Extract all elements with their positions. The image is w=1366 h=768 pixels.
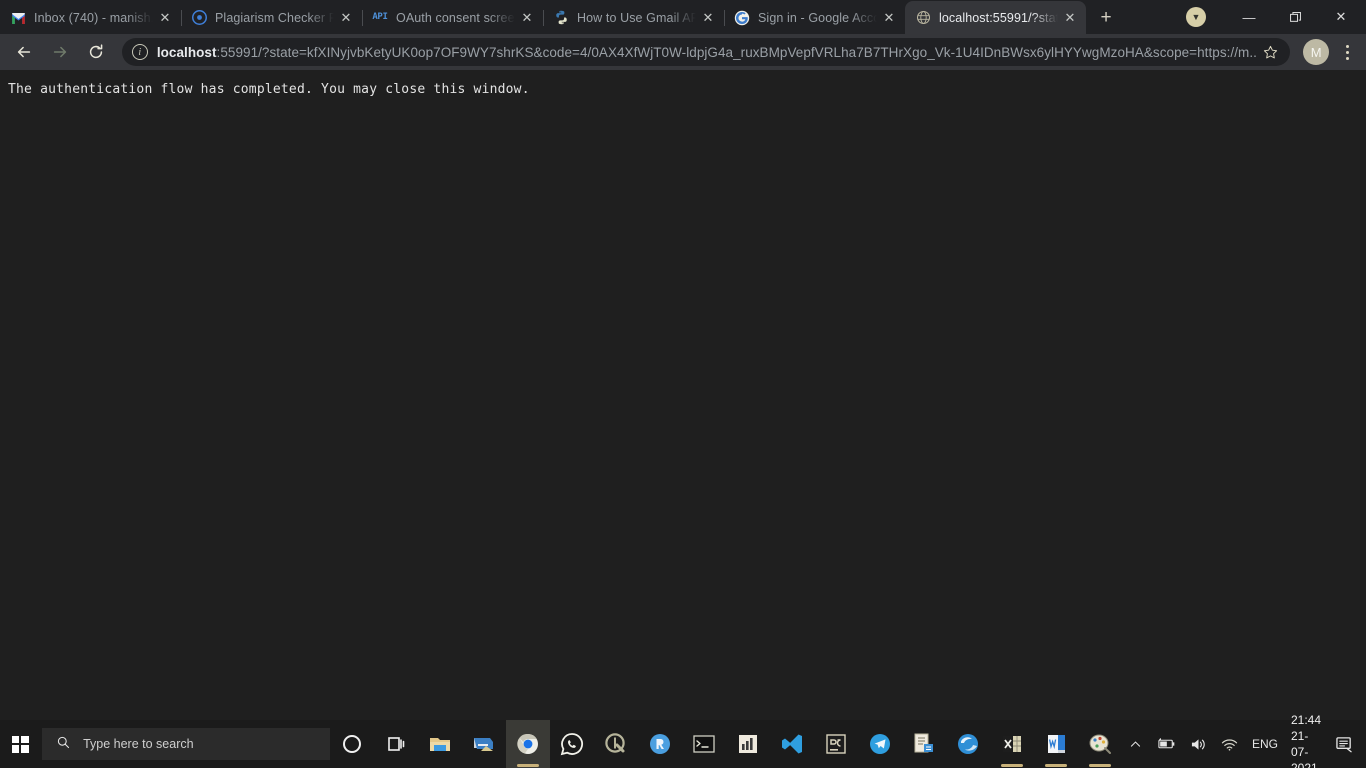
forward-button[interactable] xyxy=(45,37,75,67)
system-tray: ENG 21:44 21-07-2021 xyxy=(1122,720,1366,768)
tab-close-button[interactable]: ✕ xyxy=(157,10,173,26)
tab-title: OAuth consent screen xyxy=(396,11,515,25)
google-icon xyxy=(734,10,750,26)
windows-start-icon[interactable] xyxy=(0,720,40,768)
star-icon[interactable] xyxy=(1258,40,1282,64)
file-explorer-icon[interactable] xyxy=(418,720,462,768)
microsoft-edge-icon[interactable] xyxy=(946,720,990,768)
taskbar-items xyxy=(330,720,1122,768)
tab-title: How to Use Gmail API xyxy=(577,11,696,25)
clock-time: 21:44 xyxy=(1291,712,1321,728)
address-bar[interactable]: i localhost:55991/?state=kfXINyjvbKetyUK… xyxy=(122,38,1290,66)
new-tab-button[interactable]: + xyxy=(1092,3,1120,31)
tab-close-button[interactable]: ✕ xyxy=(338,10,354,26)
tab-list: Inbox (740) - manish.le ✕ Plagiarism Che… xyxy=(0,0,1086,34)
wifi-icon[interactable] xyxy=(1214,720,1245,768)
vs-code-icon[interactable] xyxy=(770,720,814,768)
tab-close-button[interactable]: ✕ xyxy=(1062,10,1078,26)
tab-title: Inbox (740) - manish.le xyxy=(34,11,153,25)
microsoft-store-icon[interactable] xyxy=(462,720,506,768)
tab-localhost-active[interactable]: localhost:55991/?state ✕ xyxy=(905,1,1086,34)
google-chrome-icon[interactable] xyxy=(506,720,550,768)
notifications-icon[interactable] xyxy=(1331,720,1366,768)
url-rest: :55991/?state=kfXINyjvbKetyUK0op7OF9WY7s… xyxy=(217,45,1259,60)
page-body-text: The authentication flow has completed. Y… xyxy=(8,82,1366,97)
qbittorrent-icon[interactable] xyxy=(594,720,638,768)
telegram-icon[interactable] xyxy=(858,720,902,768)
tab-close-button[interactable]: ✕ xyxy=(700,10,716,26)
word-icon[interactable] xyxy=(1034,720,1078,768)
window-controls: ▼ — ✕ xyxy=(1186,0,1366,34)
plagiarism-icon xyxy=(191,10,207,26)
clock-date: 21-07-2021 xyxy=(1291,728,1321,768)
info-circle-icon[interactable]: i xyxy=(132,44,148,60)
notes-app-icon[interactable] xyxy=(902,720,946,768)
search-placeholder: Type here to search xyxy=(83,737,193,751)
language-indicator[interactable]: ENG xyxy=(1245,720,1285,768)
tab-close-button[interactable]: ✕ xyxy=(881,10,897,26)
command-prompt-icon[interactable] xyxy=(682,720,726,768)
paint-app-icon[interactable] xyxy=(1078,720,1122,768)
page-content: The authentication flow has completed. Y… xyxy=(0,70,1366,720)
api-icon: API xyxy=(372,10,388,26)
tab-oauth-consent-screen[interactable]: API OAuth consent screen ✕ xyxy=(362,1,543,34)
tab-title: Sign in - Google Accou xyxy=(758,11,877,25)
tab-strip: Inbox (740) - manish.le ✕ Plagiarism Che… xyxy=(0,0,1366,34)
cortana-icon[interactable] xyxy=(330,720,374,768)
tab-sign-in-google-account[interactable]: Sign in - Google Accou ✕ xyxy=(724,1,905,34)
whatsapp-icon[interactable] xyxy=(550,720,594,768)
search-input[interactable]: Type here to search xyxy=(42,728,330,760)
excel-icon[interactable] xyxy=(990,720,1034,768)
tab-title: Plagiarism Checker Fre xyxy=(215,11,334,25)
pycharm-icon[interactable] xyxy=(814,720,858,768)
close-button[interactable]: ✕ xyxy=(1318,1,1364,33)
chevron-down-circle-icon[interactable]: ▼ xyxy=(1186,7,1206,27)
chevron-up-icon[interactable] xyxy=(1122,720,1149,768)
reload-button[interactable] xyxy=(81,37,111,67)
gmail-icon xyxy=(10,10,26,26)
battery-charging-icon[interactable] xyxy=(1149,720,1183,768)
tab-inbox[interactable]: Inbox (740) - manish.le ✕ xyxy=(0,1,181,34)
tab-how-to-use-gmail-api[interactable]: How to Use Gmail API ✕ xyxy=(543,1,724,34)
tab-title: localhost:55991/?state xyxy=(939,11,1058,25)
browser-toolbar: i localhost:55991/?state=kfXINyjvbKetyUK… xyxy=(0,34,1366,70)
browser-window: Inbox (740) - manish.le ✕ Plagiarism Che… xyxy=(0,0,1366,720)
tab-plagiarism-checker[interactable]: Plagiarism Checker Fre ✕ xyxy=(181,1,362,34)
search-icon xyxy=(56,735,71,753)
clock[interactable]: 21:44 21-07-2021 xyxy=(1285,712,1331,768)
speaker-icon[interactable] xyxy=(1183,720,1214,768)
python-icon xyxy=(553,10,569,26)
back-button[interactable] xyxy=(9,37,39,67)
tab-close-button[interactable]: ✕ xyxy=(519,10,535,26)
three-dot-menu-icon[interactable] xyxy=(1334,37,1360,67)
avatar[interactable]: M xyxy=(1303,39,1329,65)
rstudio-icon[interactable] xyxy=(638,720,682,768)
task-view-icon[interactable] xyxy=(374,720,418,768)
globe-icon xyxy=(915,10,931,26)
minimize-button[interactable]: — xyxy=(1226,1,1272,33)
windows-taskbar: Type here to search xyxy=(0,720,1366,768)
maximize-button[interactable] xyxy=(1272,1,1318,33)
url-text: localhost:55991/?state=kfXINyjvbKetyUK0o… xyxy=(157,45,1258,60)
url-host: localhost xyxy=(157,45,217,60)
charts-app-icon[interactable] xyxy=(726,720,770,768)
